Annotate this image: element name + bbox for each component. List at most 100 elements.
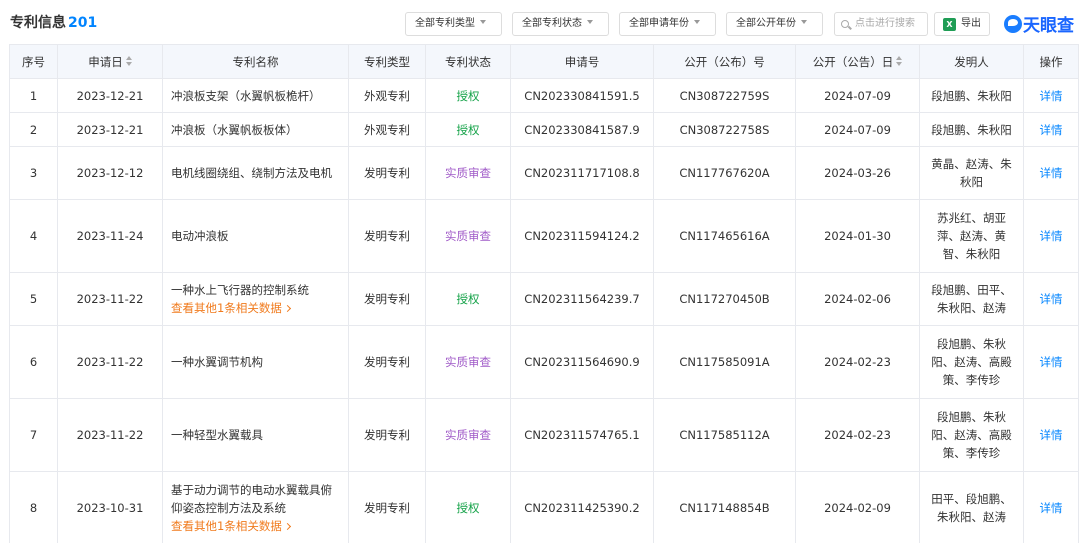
patent-name: 冲浪板（水翼帆板板体） [171, 122, 298, 137]
section-title-text: 专利信息 [10, 15, 66, 31]
cell-application-date: 2023-11-22 [57, 325, 163, 399]
related-data-link[interactable]: 查看其他1条相关数据 [171, 517, 342, 535]
col-header-application-date[interactable]: 申请日 [57, 44, 163, 79]
patent-name: 基于动力调节的电动水翼载具俯仰姿态控制方法及系统 [171, 483, 332, 515]
filter-publication-year[interactable]: 全部公开年份 [726, 12, 823, 36]
details-link[interactable]: 详情 [1023, 78, 1079, 113]
table-row: 1 2023-12-21 冲浪板支架（水翼帆板桅杆） 外观专利 授权 CN20233084… [9, 78, 1079, 113]
cell-patent-type: 发明专利 [348, 471, 426, 543]
cell-patent-status: 授权 [425, 78, 511, 113]
details-link[interactable]: 详情 [1023, 325, 1079, 399]
cell-index: 6 [9, 325, 58, 399]
search-icon [841, 20, 849, 28]
cell-inventors: 段旭鹏、田平、朱秋阳、赵涛 [919, 272, 1024, 326]
table-row: 5 2023-11-22 一种水上飞行器的控制系统 查看其他1条相关数据 发明专利 授权 C… [9, 272, 1079, 326]
details-link[interactable]: 详情 [1023, 146, 1079, 200]
search-input[interactable]: 点击进行搜索 [834, 12, 928, 36]
cell-application-number: CN202311574765.1 [510, 398, 654, 472]
col-header-publication-number: 公开（公布）号 [653, 44, 796, 79]
cell-patent-name: 一种水上飞行器的控制系统 查看其他1条相关数据 [162, 272, 349, 326]
cell-patent-status: 授权 [425, 471, 511, 543]
cell-publication-number: CN308722758S [653, 112, 796, 147]
chevron-down-icon [480, 20, 486, 24]
table-row: 6 2023-11-22 一种水翼调节机构 发明专利 实质审查 CN20231156469… [9, 325, 1079, 399]
section-title: 专利信息 201 [10, 12, 97, 32]
col-header-application-number: 申请号 [510, 44, 654, 79]
cell-publication-number: CN117148854B [653, 471, 796, 543]
brand-logo[interactable]: 天眼查 [1004, 11, 1074, 36]
patent-name: 一种水上飞行器的控制系统 [171, 283, 309, 297]
chevron-down-icon [587, 20, 593, 24]
cell-patent-type: 发明专利 [348, 272, 426, 326]
sort-icon[interactable] [896, 56, 903, 66]
related-data-label: 查看其他1条相关数据 [171, 301, 282, 315]
cell-publication-date: 2024-03-26 [795, 146, 920, 200]
cell-patent-name: 一种水翼调节机构 [162, 325, 349, 399]
filter-application-year[interactable]: 全部申请年份 [619, 12, 716, 36]
related-data-link[interactable]: 查看其他1条相关数据 [171, 299, 342, 317]
eye-logo-icon [1004, 15, 1022, 33]
cell-index: 3 [9, 146, 58, 200]
sort-icon[interactable] [125, 56, 132, 66]
cell-application-number: CN202311717108.8 [510, 146, 654, 200]
filter-patent-status[interactable]: 全部专利状态 [512, 12, 609, 36]
related-data-label: 查看其他1条相关数据 [171, 519, 282, 533]
cell-application-date: 2023-12-12 [57, 146, 163, 200]
cell-publication-date: 2024-01-30 [795, 199, 920, 273]
cell-publication-number: CN117585091A [653, 325, 796, 399]
details-link[interactable]: 详情 [1023, 272, 1079, 326]
patent-name: 电动冲浪板 [171, 229, 229, 243]
cell-index: 5 [9, 272, 58, 326]
cell-patent-status: 实质审查 [425, 199, 511, 273]
cell-patent-name: 一种轻型水翼载具 [162, 398, 349, 472]
cell-patent-name: 电动冲浪板 [162, 199, 349, 273]
cell-patent-type: 外观专利 [348, 78, 426, 113]
cell-inventors: 黄晶、赵涛、朱秋阳 [919, 146, 1024, 200]
cell-publication-date: 2024-07-09 [795, 78, 920, 113]
details-link[interactable]: 详情 [1023, 398, 1079, 472]
cell-index: 2 [9, 112, 58, 147]
cell-inventors: 段旭鹏、朱秋阳 [919, 112, 1024, 147]
cell-application-date: 2023-11-22 [57, 398, 163, 472]
details-link[interactable]: 详情 [1023, 199, 1079, 273]
cell-patent-type: 发明专利 [348, 146, 426, 200]
cell-inventors: 段旭鹏、朱秋阳、赵涛、高殿策、李传珍 [919, 398, 1024, 472]
cell-patent-status: 授权 [425, 272, 511, 326]
filter-patent-type[interactable]: 全部专利类型 [405, 12, 502, 36]
chevron-down-icon [801, 20, 807, 24]
cell-patent-status: 实质审查 [425, 398, 511, 472]
cell-patent-status: 实质审查 [425, 325, 511, 399]
chevron-right-icon [283, 522, 291, 531]
export-button[interactable]: X 导出 [934, 12, 990, 36]
cell-application-number: CN202330841587.9 [510, 112, 654, 147]
col-header-action: 操作 [1023, 44, 1079, 79]
cell-publication-number: CN117767620A [653, 146, 796, 200]
cell-publication-date: 2024-02-23 [795, 325, 920, 399]
cell-application-number: CN202330841591.5 [510, 78, 654, 113]
brand-name: 天眼查 [1023, 16, 1074, 36]
cell-publication-number: CN308722759S [653, 78, 796, 113]
table-row: 3 2023-12-12 电机线圈绕组、绕制方法及电机 发明专利 实质审查 CN20231… [9, 146, 1079, 200]
cell-patent-type: 发明专利 [348, 325, 426, 399]
chevron-right-icon [283, 304, 291, 313]
cell-index: 4 [9, 199, 58, 273]
cell-publication-number: CN117270450B [653, 272, 796, 326]
patent-name: 一种水翼调节机构 [171, 355, 263, 369]
filter-label: 全部公开年份 [736, 18, 796, 29]
col-header-publication-date[interactable]: 公开（公告）日 [795, 44, 920, 79]
col-header-patent-type: 专利类型 [348, 44, 426, 79]
details-link[interactable]: 详情 [1023, 112, 1079, 147]
details-link[interactable]: 详情 [1023, 471, 1079, 543]
col-header-index: 序号 [9, 44, 58, 79]
cell-index: 8 [9, 471, 58, 543]
cell-patent-type: 外观专利 [348, 112, 426, 147]
table-row: 2 2023-12-21 冲浪板（水翼帆板板体） 外观专利 授权 CN2023308415… [9, 112, 1079, 147]
filter-label: 全部申请年份 [629, 18, 689, 29]
cell-index: 7 [9, 398, 58, 472]
cell-application-date: 2023-12-21 [57, 112, 163, 147]
cell-inventors: 段旭鹏、朱秋阳、赵涛、高殿策、李传珍 [919, 325, 1024, 399]
patent-name: 冲浪板支架（水翼帆板桅杆） [171, 88, 321, 103]
cell-patent-type: 发明专利 [348, 398, 426, 472]
cell-patent-status: 实质审查 [425, 146, 511, 200]
cell-patent-name: 冲浪板（水翼帆板板体） [162, 112, 349, 147]
